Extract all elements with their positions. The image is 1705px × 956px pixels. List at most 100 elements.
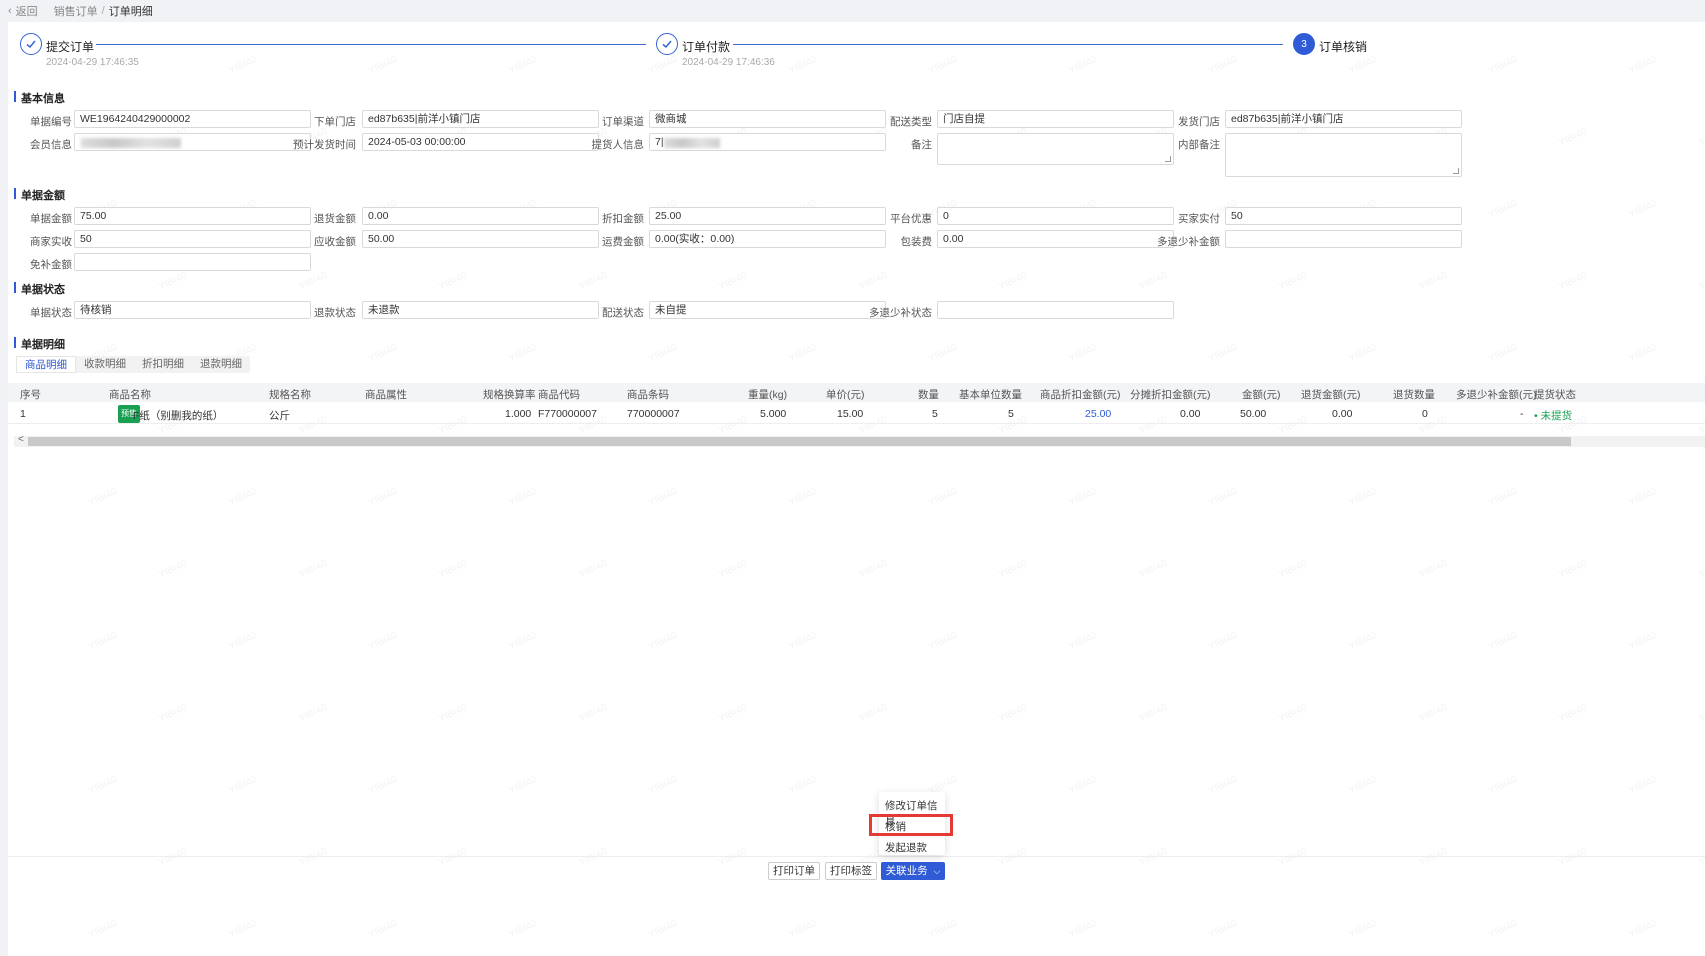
cell-barcode: 770000007 [627, 408, 680, 420]
scroll-left-icon[interactable]: < [18, 434, 24, 445]
free-amount-label: 免补金额 [30, 259, 72, 271]
col-goods-discount: 商品折扣金额(元) [1040, 389, 1121, 401]
doc-amount-label: 单据金额 [30, 213, 72, 225]
internal-remark-label: 内部备注 [1178, 139, 1220, 151]
col-return-qty: 退货数量 [1393, 389, 1435, 401]
col-no: 序号 [20, 389, 41, 401]
tab-payment-detail[interactable]: 收款明细 [76, 356, 134, 373]
doc-status-label: 单据状态 [30, 307, 72, 319]
freight-field[interactable]: 0.00(实收：0.00) [649, 230, 886, 248]
section-title-amount: 单据金额 [14, 187, 65, 203]
buyer-paid-label: 买家实付 [1178, 213, 1220, 225]
step-title-verify: 订单核销 [1319, 40, 1368, 54]
cell-price: 15.00 [837, 408, 864, 420]
cell-rate: 1.000 [505, 408, 532, 420]
buyer-paid-field[interactable]: 50 [1225, 207, 1462, 225]
ship-store-label: 发货门店 [1178, 116, 1220, 128]
table-row[interactable]: 1 预售 F纸（别删我的纸） 公斤 1.000 F770000007 77000… [8, 403, 1705, 424]
refund-status-label: 退款状态 [314, 307, 356, 319]
packing-label: 包装费 [900, 236, 933, 248]
section-title-basic: 基本信息 [14, 90, 65, 106]
tab-goods-detail[interactable]: 商品明细 [16, 356, 76, 373]
cell-alloc-discount: 0.00 [1180, 408, 1201, 420]
col-code: 商品代码 [538, 389, 580, 401]
doc-status-field[interactable]: 待核销 [74, 301, 311, 319]
cell-no: 1 [20, 408, 26, 420]
col-qty: 数量 [918, 389, 939, 401]
col-return-amount: 退货金额(元) [1301, 389, 1361, 401]
cell-pickup-status: • 未提货 [1534, 410, 1573, 422]
free-amount-field[interactable] [74, 253, 311, 271]
breadcrumb-separator: / [101, 5, 105, 17]
related-business-label: 关联业务 [885, 865, 928, 877]
detail-tabs: 商品明细 收款明细 折扣明细 退款明细 [16, 356, 250, 373]
back-button[interactable]: ‹ 返回 [8, 3, 38, 19]
freight-label: 运费金额 [602, 236, 644, 248]
tab-discount-detail[interactable]: 折扣明细 [134, 356, 192, 373]
breadcrumb: ‹ 返回 销售订单 / 订单明细 [0, 0, 1705, 22]
related-business-button[interactable]: 关联业务 ⌵ [881, 862, 945, 880]
packing-field[interactable]: 0.00 [937, 230, 1174, 248]
section-title-detail: 单据明细 [14, 336, 65, 352]
col-alloc-discount: 分摊折扣金额(元) [1130, 389, 1211, 401]
resize-handle-icon[interactable] [1165, 156, 1171, 162]
member-field[interactable] [74, 133, 311, 151]
diff-status-field[interactable] [937, 301, 1174, 319]
delivery-type-field[interactable]: 门店自提 [937, 110, 1174, 128]
step-title-submit: 提交订单 [46, 40, 95, 54]
cell-name: F纸（别删我的纸） [133, 410, 224, 422]
order-store-field[interactable]: ed87b635|前洋小镇门店 [362, 110, 599, 128]
expected-ship-label: 预计发货时间 [293, 139, 356, 151]
redacted-picker [664, 138, 720, 148]
doc-amount-field[interactable]: 75.00 [74, 207, 311, 225]
section-title-status: 单据状态 [14, 281, 65, 297]
step-connector [96, 44, 646, 45]
remark-textarea[interactable] [937, 133, 1174, 165]
return-amount-field[interactable]: 0.00 [362, 207, 599, 225]
col-spec: 规格名称 [269, 389, 311, 401]
refund-status-field[interactable]: 未退款 [362, 301, 599, 319]
doc-no-label: 单据编号 [30, 116, 72, 128]
picker-field[interactable]: 7| [649, 133, 886, 151]
ship-store-field[interactable]: ed87b635|前洋小镇门店 [1225, 110, 1462, 128]
step-time-pay: 2024-04-29 17:46:36 [682, 57, 775, 68]
delivery-status-label: 配送状态 [602, 307, 644, 319]
check-icon [20, 33, 42, 55]
step-number-3: 3 [1293, 33, 1315, 55]
menu-item-refund[interactable]: 发起退款 [885, 840, 927, 855]
channel-field[interactable]: 微商城 [649, 110, 886, 128]
discount-field[interactable]: 25.00 [649, 207, 886, 225]
merchant-label: 商家实收 [30, 236, 72, 248]
scrollbar-thumb[interactable] [28, 437, 1571, 446]
expected-ship-field[interactable]: 2024-05-03 00:00:00 [362, 133, 599, 151]
cell-code: F770000007 [538, 408, 597, 420]
cell-qty: 5 [932, 408, 938, 420]
col-price: 单价(元) [826, 389, 865, 401]
internal-remark-textarea[interactable] [1225, 133, 1462, 177]
member-label: 会员信息 [30, 139, 72, 151]
print-label-button[interactable]: 打印标签 [825, 862, 877, 880]
cell-goods-discount-link[interactable]: 25.00 [1085, 408, 1111, 420]
horizontal-scrollbar[interactable]: < [14, 434, 1705, 447]
breadcrumb-parent[interactable]: 销售订单 [54, 3, 98, 19]
doc-no-field[interactable]: WE1964240429000002 [74, 110, 311, 128]
cell-return-amount: 0.00 [1332, 408, 1353, 420]
highlight-box [869, 814, 953, 836]
col-diff-amount: 多退少补金额(元) [1456, 389, 1537, 401]
step-title-pay: 订单付款 [682, 40, 731, 54]
print-order-button[interactable]: 打印订单 [768, 862, 820, 880]
delivery-type-label: 配送类型 [890, 116, 932, 128]
cell-amount: 50.00 [1240, 408, 1267, 420]
col-pickup: 提货状态 [1534, 389, 1576, 401]
refund-diff-field[interactable] [1225, 230, 1462, 248]
merchant-field[interactable]: 50 [74, 230, 311, 248]
cell-return-qty: 0 [1422, 408, 1428, 420]
diff-status-label: 多退少补状态 [869, 307, 932, 319]
resize-handle-icon[interactable] [1453, 168, 1459, 174]
picker-value: 7| [655, 136, 664, 148]
receivable-field[interactable]: 50.00 [362, 230, 599, 248]
tab-refund-detail[interactable]: 退款明细 [192, 356, 250, 373]
platform-field[interactable]: 0 [937, 207, 1174, 225]
delivery-status-field[interactable]: 未自提 [649, 301, 886, 319]
chevron-left-icon: ‹ [8, 5, 12, 17]
